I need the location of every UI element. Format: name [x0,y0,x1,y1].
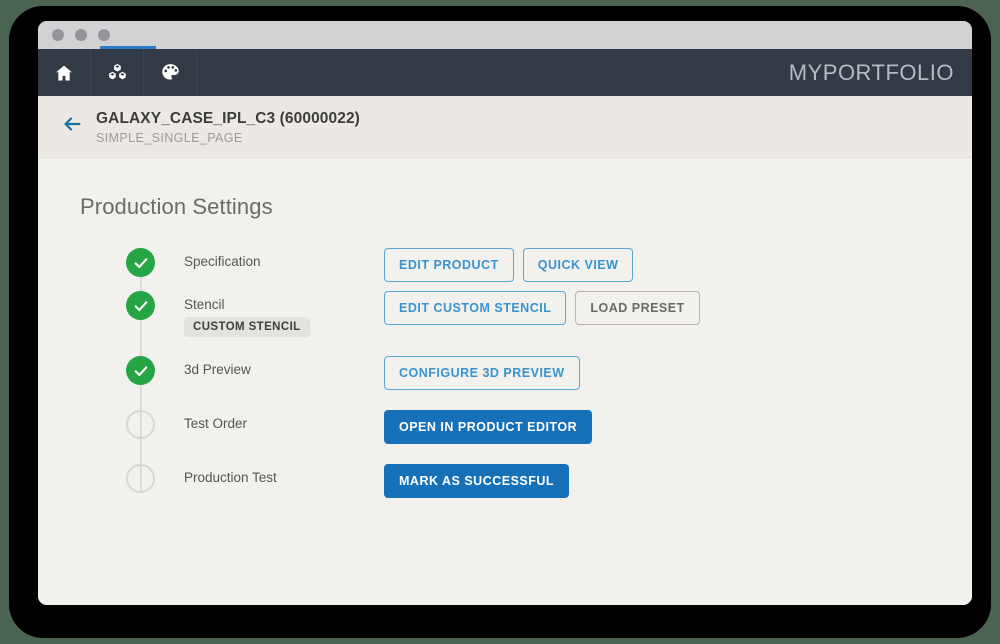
page-subtitle-template: SIMPLE_SINGLE_PAGE [96,130,243,145]
step-status-icon-pending [126,464,155,493]
window-titlebar [38,21,972,49]
open-in-product-editor-button[interactable]: OPEN IN PRODUCT EDITOR [384,410,593,444]
cubes-icon [107,62,128,83]
step-marker-production-test [126,464,184,493]
quick-view-button[interactable]: QUICK VIEW [522,248,634,282]
window-maximize-button[interactable] [98,29,110,41]
content-area: Production Settings Specification EDIT P [38,158,972,605]
palette-icon [160,62,181,83]
step-marker-stencil [126,291,184,384]
step-label-specification: Specification [184,254,261,269]
step-row-specification: Specification EDIT PRODUCT QUICK VIEW [126,248,972,319]
step-marker-specification [126,248,184,319]
production-settings-stepper: Specification EDIT PRODUCT QUICK VIEW St… [38,248,972,504]
nav-home-button[interactable] [38,49,91,96]
step-label-col: Stencil CUSTOM STENCIL [184,291,384,337]
step-status-icon-done [126,291,155,320]
app-navbar: MYPORTFOLIO [38,49,972,96]
arrow-left-icon [61,113,83,140]
step-label-col: 3d Preview [184,356,384,378]
step-row-production-test: Production Test MARK AS SUCCESSFUL [126,464,972,504]
step-label-col: Test Order [184,410,384,432]
back-button[interactable] [52,113,92,140]
step-row-stencil: Stencil CUSTOM STENCIL EDIT CUSTOM STENC… [126,291,972,384]
step-actions-production-test: MARK AS SUCCESSFUL [384,464,570,498]
section-title: Production Settings [80,194,273,219]
nav-design-button[interactable] [144,49,197,96]
status-badge-custom-stencil: CUSTOM STENCIL [184,317,310,337]
header-text-block: GALAXY_CASE_IPL_C3 (60000022) SIMPLE_SIN… [96,109,360,145]
window-minimize-button[interactable] [75,29,87,41]
step-label-col: Production Test [184,464,384,486]
step-status-icon-pending [126,410,155,439]
step-status-icon-done [126,248,155,277]
page-header: GALAXY_CASE_IPL_C3 (60000022) SIMPLE_SIN… [38,96,972,158]
step-label-col: Specification [184,248,384,270]
edit-custom-stencil-button[interactable]: EDIT CUSTOM STENCIL [384,291,567,325]
step-actions-3d-preview: CONFIGURE 3D PREVIEW [384,356,580,390]
step-status-icon-done [126,356,155,385]
nav-products-button[interactable] [91,49,144,96]
step-actions-stencil: EDIT CUSTOM STENCIL LOAD PRESET [384,291,700,325]
brand-logo: MYPORTFOLIO [788,59,954,85]
step-actions-specification: EDIT PRODUCT QUICK VIEW [384,248,634,282]
step-label-production-test: Production Test [184,470,277,485]
step-row-test-order: Test Order OPEN IN PRODUCT EDITOR [126,410,972,492]
step-label-test-order: Test Order [184,416,248,431]
step-row-3d-preview: 3d Preview CONFIGURE 3D PREVIEW [126,356,972,438]
load-preset-button[interactable]: LOAD PRESET [575,291,700,325]
browser-window: MYPORTFOLIO GALAXY_CASE_IPL_C3 (60000022… [38,21,972,605]
home-icon [54,63,74,83]
page-title-product: GALAXY_CASE_IPL_C3 (60000022) [96,109,360,127]
step-actions-test-order: OPEN IN PRODUCT EDITOR [384,410,593,444]
step-marker-test-order [126,410,184,492]
configure-3d-preview-button[interactable]: CONFIGURE 3D PREVIEW [384,356,580,390]
step-label-3d-preview: 3d Preview [184,362,251,377]
edit-product-button[interactable]: EDIT PRODUCT [384,248,514,282]
window-close-button[interactable] [52,29,64,41]
step-label-stencil: Stencil [184,297,225,312]
step-marker-3d-preview [126,356,184,438]
mark-as-successful-button[interactable]: MARK AS SUCCESSFUL [384,464,570,498]
